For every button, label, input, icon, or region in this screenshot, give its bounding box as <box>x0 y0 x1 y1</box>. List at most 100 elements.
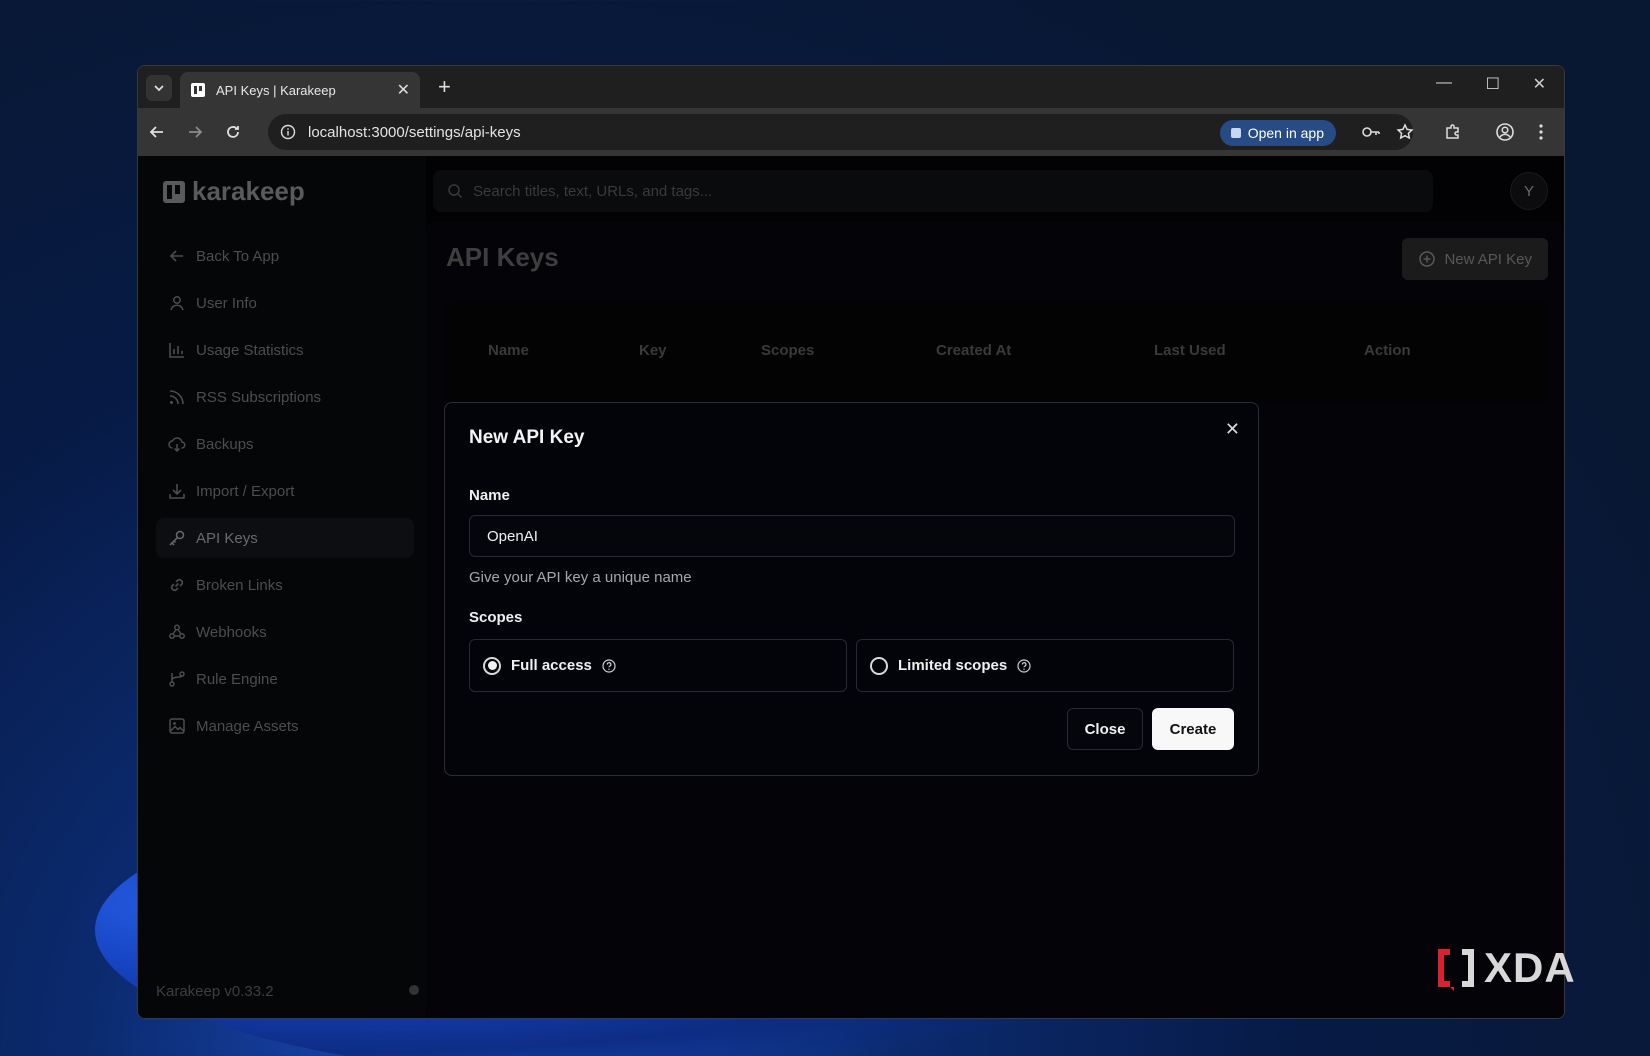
link-icon <box>170 578 184 592</box>
scopes-label: Scopes <box>469 609 523 626</box>
sidebar-item-import-export[interactable]: Import / Export <box>156 471 414 511</box>
forward-button[interactable] <box>184 121 206 143</box>
navigation-bar: localhost:3000/settings/api-keys Open in… <box>138 108 1564 156</box>
new-api-key-label: New API Key <box>1444 250 1532 268</box>
close-icon[interactable]: ✕ <box>1225 419 1240 440</box>
sidebar-item-label: API Keys <box>196 529 258 547</box>
sidebar-item-rss-subscriptions[interactable]: RSS Subscriptions <box>156 377 414 417</box>
column-header: Last Used <box>1154 342 1226 359</box>
tab-search-button[interactable] <box>146 75 172 101</box>
app-icon <box>1230 128 1241 138</box>
close-button[interactable]: Close <box>1067 708 1143 750</box>
cloud-download-icon <box>168 437 186 453</box>
sidebar-item-label: Manage Assets <box>196 717 299 735</box>
browser-tab[interactable]: API Keys | Karakeep ✕ <box>180 72 420 108</box>
sidebar-item-usage-statistics[interactable]: Usage Statistics <box>156 330 414 370</box>
plus-circle-icon <box>1419 251 1436 267</box>
sidebar-item-label: Broken Links <box>196 576 283 594</box>
karakeep-logo[interactable]: karakeep <box>162 176 305 207</box>
karakeep-logo-icon <box>163 180 185 203</box>
sidebar-item-api-keys[interactable]: API Keys <box>156 518 414 558</box>
karakeep-favicon-icon <box>191 83 205 97</box>
version-label: Karakeep v0.33.2 <box>156 983 274 1000</box>
new-api-key-button[interactable]: New API Key <box>1402 238 1548 280</box>
sidebar-item-webhooks[interactable]: Webhooks <box>156 612 414 652</box>
logo-text: karakeep <box>192 176 305 206</box>
sidebar-item-label: Back To App <box>196 247 280 265</box>
search-placeholder: Search titles, text, URLs, and tags... <box>473 182 713 200</box>
sidebar-item-label: User Info <box>196 294 257 312</box>
arrow-right-icon <box>189 126 203 138</box>
chevron-down-icon <box>154 85 164 92</box>
sidebar-item-manage-assets[interactable]: Manage Assets <box>156 706 414 746</box>
download-icon <box>169 484 185 499</box>
search-input[interactable]: Search titles, text, URLs, and tags... <box>433 170 1433 212</box>
rss-icon <box>169 390 184 405</box>
star-icon <box>1396 123 1414 140</box>
xda-text: XDA <box>1484 944 1576 991</box>
avatar[interactable]: Y <box>1510 172 1548 210</box>
name-hint: Give your API key a unique name <box>469 569 692 586</box>
scope-label: Limited scopes <box>898 657 1008 674</box>
arrow-left-icon <box>149 126 163 138</box>
url-text: localhost:3000/settings/api-keys <box>308 123 521 141</box>
sidebar-item-label: Webhooks <box>196 623 267 641</box>
help-circle-icon[interactable] <box>602 658 616 673</box>
maximize-button[interactable]: ☐ <box>1486 74 1500 94</box>
scope-option-full-access[interactable]: Full access <box>469 639 847 692</box>
search-icon <box>448 184 463 199</box>
name-field[interactable] <box>469 515 1235 557</box>
radio-dot <box>487 661 497 670</box>
help-circle-icon[interactable] <box>1017 658 1031 673</box>
bar-chart-icon <box>169 343 184 358</box>
column-header: Scopes <box>761 342 815 359</box>
profile-button[interactable] <box>1494 121 1516 143</box>
reload-icon <box>227 126 239 138</box>
puzzle-icon <box>1446 124 1459 139</box>
image-icon <box>169 718 185 734</box>
branch-icon <box>169 671 185 687</box>
sidebar-item-label: Backups <box>196 435 254 453</box>
radio-selected[interactable] <box>483 656 501 675</box>
sidebar-item-label: Usage Statistics <box>196 341 304 359</box>
user-icon <box>170 296 184 311</box>
column-header: Key <box>639 342 667 359</box>
sidebar-item-back-to-app[interactable]: Back To App <box>156 236 414 276</box>
profile-icon <box>1496 123 1514 141</box>
sidebar-item-broken-links[interactable]: Broken Links <box>156 565 414 605</box>
key-icon <box>169 530 185 546</box>
extensions-button[interactable] <box>1442 121 1464 143</box>
sidebar-item-rule-engine[interactable]: Rule Engine <box>156 659 414 699</box>
scope-label: Full access <box>511 657 592 674</box>
new-tab-button[interactable]: + <box>438 74 451 100</box>
api-keys-table: Name Key Scopes Created At Last Used Act… <box>446 302 1548 402</box>
menu-button[interactable] <box>1530 121 1552 143</box>
window-close-button[interactable]: ✕ <box>1533 74 1546 94</box>
minimize-button[interactable]: — <box>1436 74 1452 92</box>
sidebar-item-backups[interactable]: Backups <box>156 424 414 464</box>
sidebar-item-label: Rule Engine <box>196 670 278 688</box>
tab-close-icon[interactable]: ✕ <box>397 80 410 100</box>
open-in-app-button[interactable]: Open in app <box>1219 120 1336 146</box>
reload-button[interactable] <box>222 121 244 143</box>
create-button[interactable]: Create <box>1152 708 1234 750</box>
xda-watermark: XDA <box>1434 944 1576 992</box>
password-key-button[interactable] <box>1360 121 1382 143</box>
radio-unselected[interactable] <box>870 656 888 675</box>
back-button[interactable] <box>146 121 168 143</box>
xda-logo-icon <box>1438 949 1474 991</box>
column-header: Created At <box>936 342 1012 359</box>
name-label: Name <box>469 487 510 504</box>
sidebar-item-label: Import / Export <box>196 482 295 500</box>
kebab-menu-icon <box>1539 124 1543 140</box>
column-header: Name <box>488 342 529 359</box>
settings-sidebar: karakeep Back To App User Info Usage Sta… <box>138 156 426 1018</box>
scope-option-limited-scopes[interactable]: Limited scopes <box>856 639 1234 692</box>
page-title: API Keys <box>446 242 559 272</box>
key-icon <box>1362 127 1380 137</box>
sidebar-item-user-info[interactable]: User Info <box>156 283 414 323</box>
dialog-title: New API Key <box>469 427 585 448</box>
webhook-icon <box>169 624 185 639</box>
bookmark-star-button[interactable] <box>1394 121 1416 143</box>
site-info-icon[interactable] <box>280 124 296 140</box>
